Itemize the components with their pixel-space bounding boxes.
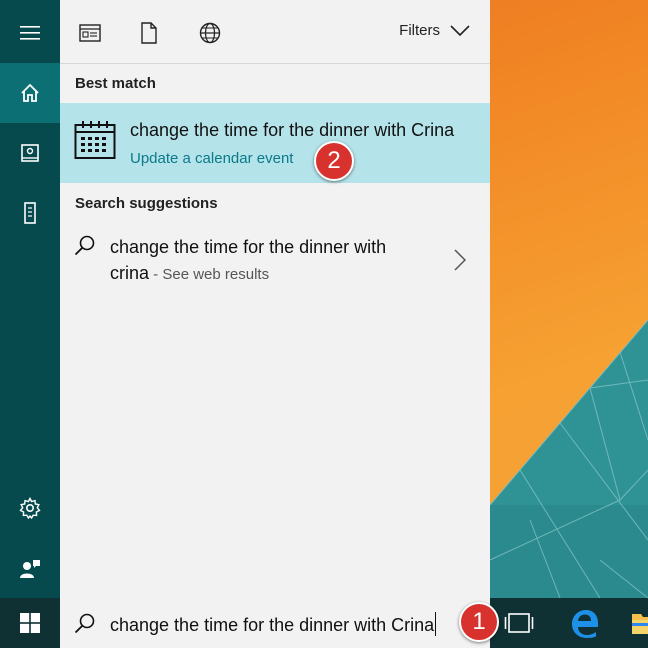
- search-icon: [74, 613, 95, 634]
- search-suggestions-heading: Search suggestions: [75, 195, 218, 212]
- globe-icon: [199, 22, 221, 44]
- edge-browser-button[interactable]: [568, 608, 600, 642]
- annotation-badge-1: 1: [459, 602, 499, 642]
- text-caret: [435, 612, 437, 636]
- calendar-icon: [74, 121, 116, 159]
- sidebar-item-settings[interactable]: [0, 478, 60, 538]
- filters-label: Filters: [399, 22, 440, 39]
- chevron-down-icon: [450, 24, 470, 36]
- windows-logo-icon: [20, 613, 40, 633]
- sidebar-item-devices[interactable]: [0, 183, 60, 243]
- search-box[interactable]: change the time for the dinner with Crin…: [60, 598, 490, 648]
- edge-icon: [572, 610, 598, 638]
- start-button[interactable]: [0, 598, 60, 648]
- sidebar-item-home[interactable]: [0, 63, 60, 123]
- feedback-icon: [20, 560, 40, 578]
- best-match-heading: Best match: [75, 75, 156, 92]
- folder-icon: [632, 614, 648, 634]
- search-results-panel: Filters Best match change the time for t…: [60, 0, 490, 598]
- file-explorer-button[interactable]: [630, 610, 648, 636]
- search-input-value: change the time for the dinner with Crin…: [110, 615, 435, 635]
- sidebar-item-notebook[interactable]: [0, 123, 60, 183]
- web-filter-button[interactable]: [197, 20, 223, 46]
- home-icon: [21, 83, 39, 102]
- apps-icon: [79, 24, 101, 42]
- best-match-subtitle: Update a calendar event: [130, 150, 294, 167]
- device-icon: [24, 202, 36, 224]
- search-input[interactable]: change the time for the dinner with Crin…: [110, 612, 437, 636]
- task-view-icon: [504, 613, 534, 633]
- taskbar: change the time for the dinner with Crin…: [0, 598, 648, 648]
- filters-dropdown[interactable]: Filters: [399, 22, 470, 39]
- best-match-result[interactable]: change the time for the dinner with Crin…: [60, 103, 490, 183]
- notebook-icon: [21, 144, 39, 162]
- best-match-title: change the time for the dinner with Crin…: [130, 120, 455, 140]
- settings-icon: [19, 497, 41, 519]
- suggestion-text: change the time for the dinner with crin…: [110, 234, 430, 288]
- chevron-right-icon[interactable]: [454, 249, 466, 271]
- document-icon: [141, 22, 157, 44]
- search-toolbar: Filters: [60, 0, 490, 64]
- documents-filter-button[interactable]: [136, 20, 162, 46]
- menu-button[interactable]: [0, 3, 60, 63]
- suggestion-web-hint: - See web results: [149, 266, 270, 283]
- sidebar-item-feedback[interactable]: [0, 538, 60, 598]
- search-icon: [74, 235, 95, 256]
- apps-filter-button[interactable]: [77, 20, 103, 46]
- suggestion-item[interactable]: change the time for the dinner with crin…: [60, 224, 490, 294]
- menu-icon: [20, 26, 40, 40]
- annotation-badge-2: 2: [314, 141, 354, 181]
- task-view-button[interactable]: [504, 610, 534, 640]
- start-sidebar: [0, 0, 60, 598]
